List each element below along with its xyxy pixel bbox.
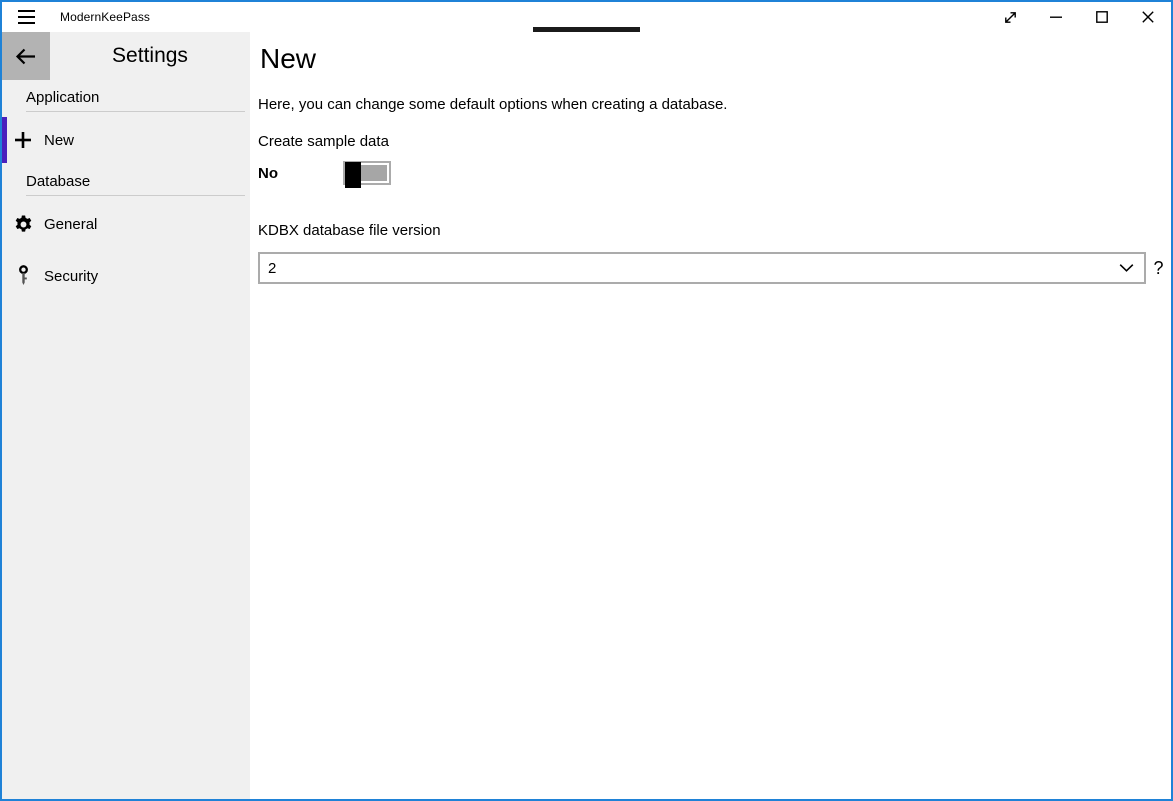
chevron-down-icon xyxy=(1119,264,1134,273)
sidebar-item-new[interactable]: New xyxy=(2,116,250,164)
combobox-value: 2 xyxy=(268,260,276,277)
sidebar-item-label: New xyxy=(44,132,74,149)
menu-button[interactable] xyxy=(2,2,50,32)
settings-nav: Application New Database xyxy=(2,89,250,300)
section-header-database: Database xyxy=(26,173,245,196)
plus-icon xyxy=(2,131,44,149)
close-button[interactable] xyxy=(1125,2,1171,32)
minimize-icon xyxy=(1050,16,1062,19)
key-icon xyxy=(2,265,44,288)
maximize-icon xyxy=(1096,11,1108,23)
sample-data-toggle[interactable] xyxy=(343,161,391,185)
back-button[interactable] xyxy=(2,32,50,80)
toggle-knob[interactable] xyxy=(345,162,361,188)
sample-data-toggle-row: No xyxy=(258,160,1171,186)
kdbx-version-row: 2 ? xyxy=(258,252,1171,284)
settings-content: New Here, you can change some default op… xyxy=(250,32,1171,799)
kdbx-version-combobox[interactable]: 2 xyxy=(258,252,1146,284)
hamburger-icon xyxy=(18,10,35,24)
sidebar-item-label: Security xyxy=(44,268,98,285)
fullscreen-icon xyxy=(1003,10,1018,25)
app-window: ModernKeePass xyxy=(0,0,1173,801)
sidebar-item-general[interactable]: General xyxy=(2,200,250,248)
help-button[interactable]: ? xyxy=(1146,258,1171,279)
page-title: New xyxy=(260,42,1171,76)
sidebar-item-security[interactable]: Security xyxy=(2,252,250,300)
fullscreen-button[interactable] xyxy=(987,2,1033,32)
app-title: ModernKeePass xyxy=(60,10,150,24)
gear-icon xyxy=(2,215,44,234)
maximize-button[interactable] xyxy=(1079,2,1125,32)
close-icon xyxy=(1142,11,1154,23)
sidebar-header: Settings xyxy=(2,32,250,80)
settings-sidebar: Settings Application New Database xyxy=(2,32,250,799)
section-header-application: Application xyxy=(26,89,245,112)
minimize-button[interactable] xyxy=(1033,2,1079,32)
sidebar-title: Settings xyxy=(50,32,250,80)
window-controls xyxy=(987,2,1171,32)
sidebar-item-label: General xyxy=(44,216,97,233)
back-arrow-icon xyxy=(15,48,37,65)
kdbx-version-label: KDBX database file version xyxy=(258,222,1171,239)
sample-data-label: Create sample data xyxy=(258,133,1171,150)
toggle-state-label: No xyxy=(258,165,343,182)
page-description: Here, you can change some default option… xyxy=(258,96,1171,113)
